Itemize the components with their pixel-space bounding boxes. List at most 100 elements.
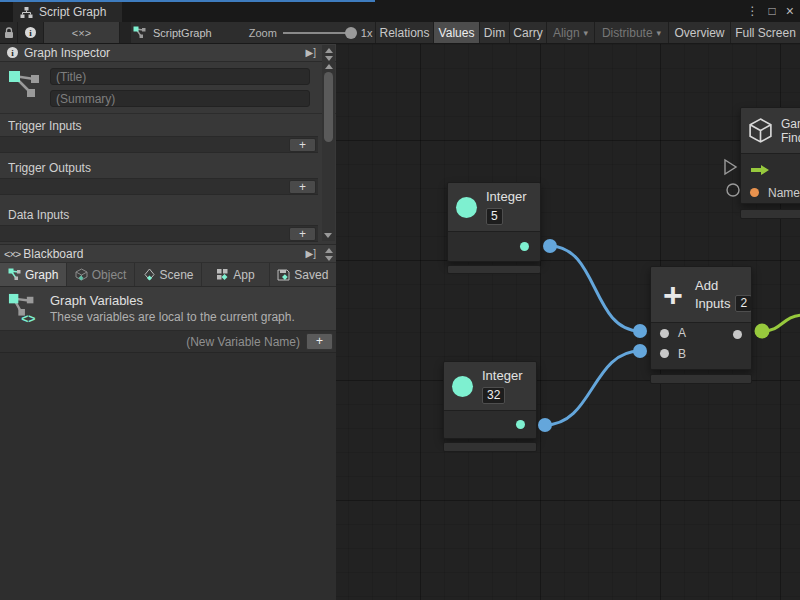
node-title: Integer [486, 189, 526, 204]
flow-arrow-icon[interactable] [750, 164, 770, 176]
tab-script-graph[interactable]: Script Graph [13, 2, 122, 22]
trigger-inputs-list: + [0, 136, 318, 153]
integer-value-field[interactable]: 5 [486, 208, 503, 225]
wire-endpoint[interactable] [633, 344, 647, 358]
distribute-button[interactable]: Distribute▾ [595, 22, 669, 43]
node-gameobject-find[interactable]: GameObject Find Name [740, 107, 800, 219]
blackboard-scroll-arrows[interactable] [322, 245, 335, 264]
add-data-input-button[interactable]: + [289, 227, 316, 241]
wire-endpoint[interactable] [543, 239, 557, 253]
lock-button[interactable] [0, 22, 18, 43]
value-input-port[interactable] [727, 184, 739, 196]
values-button[interactable]: Values [434, 22, 480, 43]
wire-integer2-to-b[interactable] [545, 351, 640, 425]
graph-tab-icon [8, 268, 21, 281]
flow-input-port[interactable] [725, 160, 736, 174]
name-input-port[interactable] [750, 188, 759, 197]
wire-integer1-to-a[interactable] [550, 246, 640, 331]
blackboard-header: <×> Blackboard ▶] [0, 244, 336, 263]
tab-scene[interactable]: Scene [135, 263, 202, 286]
add-trigger-output-button[interactable]: + [289, 180, 316, 194]
zoom-slider-knob[interactable] [345, 27, 357, 39]
node-title: GameObject [781, 117, 800, 131]
node-add[interactable]: + Add Inputs 2 A B [650, 266, 752, 384]
graph-title-input[interactable] [50, 68, 310, 85]
wire-add-output[interactable] [762, 315, 800, 331]
close-icon[interactable]: × [786, 3, 794, 19]
inspector-info-icon: i [7, 47, 18, 58]
output-port[interactable] [733, 330, 742, 339]
wire-endpoint[interactable] [755, 324, 770, 339]
zoom-label: Zoom [249, 27, 277, 39]
output-port[interactable] [516, 420, 525, 429]
input-port-b[interactable] [660, 349, 669, 358]
add-trigger-input-button[interactable]: + [289, 138, 316, 152]
overview-button[interactable]: Overview [669, 22, 731, 43]
info-button[interactable]: i [18, 22, 44, 43]
graph-variables-icon: <> [8, 293, 40, 325]
scene-tab-icon [143, 268, 156, 281]
scrollbar-up-icon[interactable] [325, 64, 333, 69]
input-port-a[interactable] [660, 329, 669, 338]
node-integer-1[interactable]: Integer 5 [447, 182, 541, 274]
tab-object[interactable]: Object [67, 263, 134, 286]
toolbar-spacer [120, 22, 131, 43]
add-node-icon: + [659, 280, 687, 310]
inspector-dock-icon[interactable]: ▶] [306, 47, 316, 58]
gameobject-cube-icon [747, 117, 774, 144]
graph-name: ScriptGraph [153, 27, 212, 39]
integer-type-icon [456, 197, 477, 218]
node-integer-2[interactable]: Integer 32 [443, 361, 537, 452]
port-name-label: Name [768, 186, 800, 200]
graph-summary-input[interactable] [50, 90, 310, 107]
tab-label: Script Graph [39, 5, 106, 19]
script-graph-icon [133, 26, 146, 39]
integer-type-icon [452, 376, 473, 397]
graph-canvas[interactable]: Integer 5 Integer 32 [336, 44, 800, 600]
node-subtitle: Find [781, 131, 800, 145]
wire-endpoint[interactable] [633, 324, 647, 338]
zoom-slider[interactable] [283, 32, 355, 34]
wire-endpoint[interactable] [538, 418, 552, 432]
add-variable-button[interactable]: + [306, 333, 333, 350]
tab-saved[interactable]: Saved [270, 263, 336, 286]
dim-button[interactable]: Dim [480, 22, 510, 43]
align-button[interactable]: Align▾ [547, 22, 595, 43]
app-tab-icon [216, 268, 229, 281]
relations-button[interactable]: Relations [376, 22, 434, 43]
scroll-up-icon[interactable] [325, 48, 333, 53]
new-variable-row: + [0, 331, 336, 353]
window-menu-icon[interactable]: ⋮ [747, 4, 759, 18]
new-variable-input[interactable] [3, 335, 306, 349]
node-title: Integer [482, 368, 522, 383]
graph-variables-block: <> Graph Variables These variables are l… [0, 287, 336, 331]
graph-reference-bar[interactable]: ScriptGraph Zoom 1x [131, 22, 376, 43]
object-tab-icon [75, 268, 88, 281]
inspector-scrollbar-thumb[interactable] [324, 72, 333, 142]
blackboard-dock-icon[interactable]: ▶] [306, 248, 316, 259]
section-trigger-outputs: Trigger Outputs [0, 153, 336, 178]
lock-icon [4, 27, 14, 39]
code-icon: <×> [72, 27, 91, 39]
tab-graph[interactable]: Graph [0, 263, 67, 286]
fullscreen-button[interactable]: Full Screen [731, 22, 800, 43]
maximize-icon[interactable]: □ [769, 4, 776, 18]
inspector-scrollbar[interactable] [322, 45, 335, 241]
graph-variables-title: Graph Variables [50, 293, 295, 308]
tab-app[interactable]: App [202, 263, 269, 286]
scrollbar-down-icon[interactable] [324, 233, 332, 238]
code-view-button[interactable]: <×> [44, 22, 120, 43]
section-data-inputs: Data Inputs [0, 195, 336, 225]
graph-inspector-icon [8, 68, 42, 108]
distribute-dropdown-icon: ▾ [657, 28, 662, 38]
scroll-down-icon[interactable] [325, 56, 333, 61]
output-port[interactable] [520, 242, 529, 251]
inputs-count-field[interactable]: 2 [735, 295, 752, 312]
graph-tab-icon [20, 6, 33, 19]
graph-inspector-panel: i Graph Inspector ▶] Trigger Inputs + Tr… [0, 44, 336, 600]
carry-button[interactable]: Carry [510, 22, 547, 43]
node-footer [740, 209, 800, 219]
blackboard-empty-area [0, 353, 336, 600]
port-b-label: B [678, 347, 686, 361]
integer-value-field[interactable]: 32 [482, 387, 505, 404]
